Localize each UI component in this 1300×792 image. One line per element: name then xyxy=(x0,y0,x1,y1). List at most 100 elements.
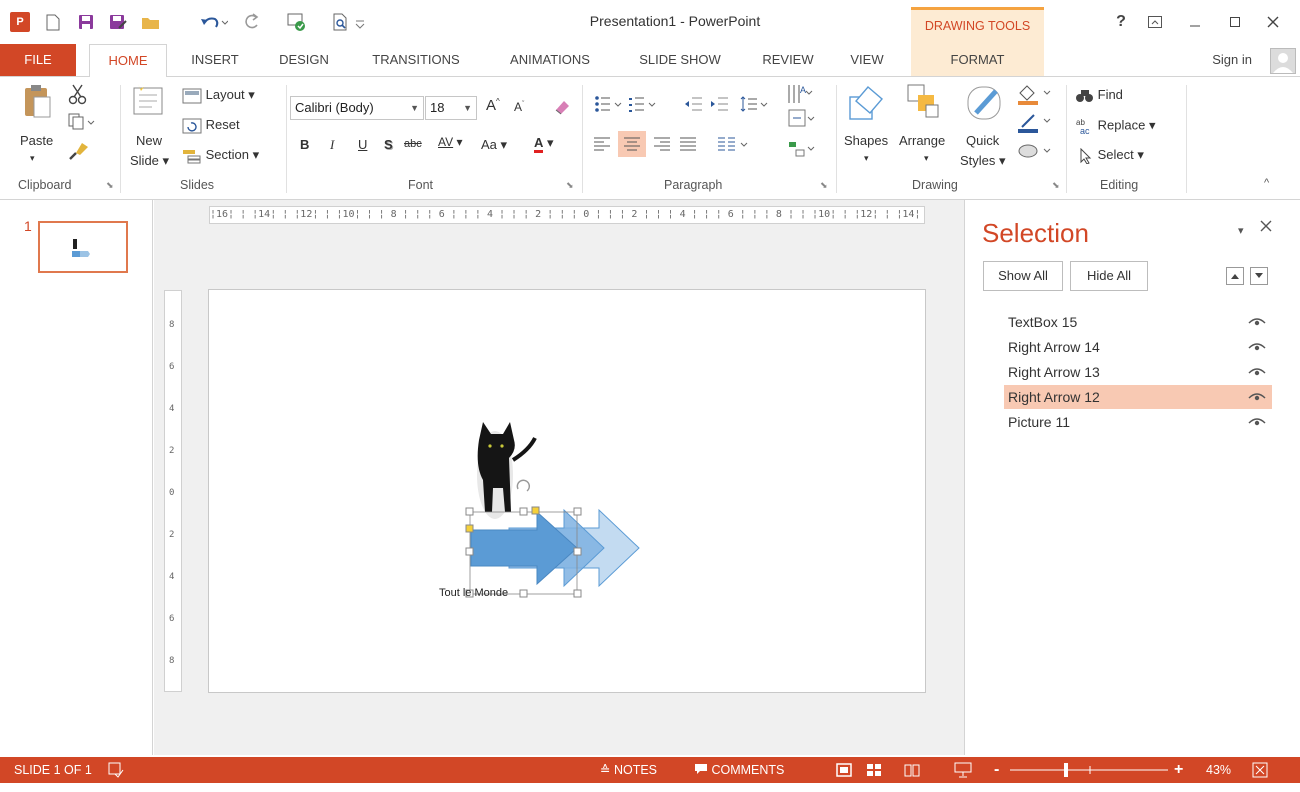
tab-design[interactable]: DESIGN xyxy=(268,44,340,76)
visibility-eye-icon[interactable] xyxy=(1248,335,1266,361)
save-icon[interactable] xyxy=(74,10,98,34)
selection-item[interactable]: Picture 11 xyxy=(1004,410,1272,434)
textbox-15[interactable]: Tout le Monde xyxy=(439,587,508,599)
notes-button[interactable]: ≙ NOTES xyxy=(600,757,657,783)
redo-icon[interactable] xyxy=(238,10,264,34)
visibility-eye-icon[interactable] xyxy=(1248,385,1266,411)
align-center-icon[interactable] xyxy=(618,131,646,157)
bring-forward-icon[interactable] xyxy=(1226,267,1244,285)
new-slide-icon[interactable] xyxy=(130,83,166,120)
shapes-icon[interactable] xyxy=(846,83,888,126)
visibility-eye-icon[interactable] xyxy=(1248,360,1266,386)
zoom-out-button[interactable]: - xyxy=(994,757,999,783)
tab-slide-show[interactable]: SLIDE SHOW xyxy=(624,44,736,76)
decrease-indent-icon[interactable] xyxy=(684,95,704,116)
rotate-handle-icon[interactable] xyxy=(516,479,531,492)
avatar[interactable] xyxy=(1270,48,1296,74)
help-icon[interactable]: ? xyxy=(1106,10,1136,34)
quick-styles-button[interactable]: Styles ▾ xyxy=(960,153,1006,169)
selection-item[interactable]: Right Arrow 14 xyxy=(1004,335,1272,359)
clear-formatting-icon[interactable] xyxy=(552,97,572,120)
convert-smartart-icon[interactable] xyxy=(788,139,816,162)
shape-fill-icon[interactable] xyxy=(1016,83,1056,108)
slide-canvas[interactable]: Tout le Monde xyxy=(208,289,926,693)
normal-view-icon[interactable] xyxy=(836,757,852,783)
paste-button[interactable]: Paste xyxy=(20,133,53,148)
selection-item[interactable]: Right Arrow 12 xyxy=(1004,385,1272,409)
tab-home[interactable]: HOME xyxy=(89,44,167,77)
align-right-icon[interactable] xyxy=(652,135,672,156)
horizontal-ruler[interactable]: ¦16¦ ¦ ¦14¦ ¦ ¦12¦ ¦ ¦10¦ ¦ ¦ 8 ¦ ¦ ¦ 6 … xyxy=(209,206,925,224)
underline-button[interactable]: U xyxy=(358,137,367,152)
columns-icon[interactable] xyxy=(716,135,752,156)
arrange-dropdown-icon[interactable]: ▾ xyxy=(924,153,929,164)
italic-button[interactable]: I xyxy=(330,137,334,153)
clipboard-launcher-icon[interactable]: ⬊ xyxy=(106,180,114,191)
layout-button[interactable]: Layout ▾ xyxy=(182,87,255,104)
select-button[interactable]: Select ▾ xyxy=(1078,147,1144,165)
slide-show-icon[interactable] xyxy=(954,757,972,783)
find-button[interactable]: Find xyxy=(1076,87,1123,104)
cut-icon[interactable] xyxy=(68,83,88,108)
new-slide-button[interactable]: New xyxy=(136,133,162,148)
pane-options-chevron-icon[interactable]: ▾ xyxy=(1238,224,1244,237)
maximize-icon[interactable] xyxy=(1220,10,1250,34)
comments-button[interactable]: COMMENTS xyxy=(694,757,784,783)
format-painter-icon[interactable] xyxy=(68,141,90,164)
align-text-icon[interactable] xyxy=(788,109,816,132)
minimize-icon[interactable] xyxy=(1180,10,1210,34)
text-shadow-button[interactable]: S xyxy=(384,137,393,152)
shape-effects-icon[interactable] xyxy=(1016,141,1056,166)
bold-button[interactable]: B xyxy=(300,137,309,152)
replace-button[interactable]: ab ac Replace ▾ xyxy=(1076,117,1155,136)
hide-all-button[interactable]: Hide All xyxy=(1070,261,1148,291)
save-as-icon[interactable] xyxy=(106,10,130,34)
paste-dropdown-icon[interactable]: ▾ xyxy=(30,153,35,164)
picture-cat[interactable] xyxy=(477,422,537,519)
quick-styles-icon[interactable] xyxy=(966,83,1006,126)
shape-outline-icon[interactable] xyxy=(1016,111,1056,136)
character-spacing-button[interactable]: AV ▾ xyxy=(438,135,462,149)
copy-icon[interactable] xyxy=(68,113,98,134)
font-name-combo[interactable]: Calibri (Body) ▼ xyxy=(290,96,424,120)
send-backward-icon[interactable] xyxy=(1250,267,1268,285)
collapse-ribbon-icon[interactable]: ^ xyxy=(1264,177,1269,189)
tab-file[interactable]: FILE xyxy=(0,44,76,76)
spell-check-icon[interactable] xyxy=(108,757,124,783)
new-document-icon[interactable] xyxy=(42,10,64,34)
close-pane-icon[interactable] xyxy=(1260,220,1272,235)
shapes-dropdown-icon[interactable]: ▾ xyxy=(864,153,869,164)
reset-button[interactable]: Reset xyxy=(182,117,240,134)
change-case-button[interactable]: Aa ▾ xyxy=(481,137,507,153)
visibility-eye-icon[interactable] xyxy=(1248,310,1266,336)
font-size-combo[interactable]: 18 ▼ xyxy=(425,96,477,120)
drawing-launcher-icon[interactable]: ⬊ xyxy=(1052,180,1060,191)
text-direction-icon[interactable]: A xyxy=(786,83,814,108)
print-preview-icon[interactable] xyxy=(330,10,370,34)
paragraph-launcher-icon[interactable]: ⬊ xyxy=(820,180,828,191)
numbering-icon[interactable] xyxy=(628,95,658,116)
bullets-icon[interactable] xyxy=(594,95,624,116)
justify-icon[interactable] xyxy=(678,135,698,156)
shapes-button[interactable]: Shapes xyxy=(844,133,888,148)
strikethrough-button[interactable]: abc xyxy=(404,138,422,150)
shrink-font-button[interactable]: Aˇ xyxy=(514,100,524,114)
tab-review[interactable]: REVIEW xyxy=(752,44,824,76)
open-folder-icon[interactable] xyxy=(138,10,164,34)
sign-in-link[interactable]: Sign in xyxy=(1212,44,1252,76)
vertical-ruler[interactable]: 8 6 4 2 0 2 4 6 8 xyxy=(164,290,182,692)
grow-font-button[interactable]: A^ xyxy=(486,97,500,114)
close-window-icon[interactable] xyxy=(1258,10,1288,34)
ribbon-display-options-icon[interactable] xyxy=(1140,10,1170,34)
increase-indent-icon[interactable] xyxy=(710,95,730,116)
tab-format[interactable]: FORMAT xyxy=(911,44,1044,76)
tab-insert[interactable]: INSERT xyxy=(180,44,250,76)
right-arrow-12[interactable] xyxy=(470,510,578,586)
tab-transitions[interactable]: TRANSITIONS xyxy=(356,44,476,76)
tab-view[interactable]: VIEW xyxy=(838,44,896,76)
paste-icon[interactable] xyxy=(22,83,52,126)
fit-slide-icon[interactable] xyxy=(1252,757,1268,783)
slide-sorter-icon[interactable] xyxy=(866,757,882,783)
font-launcher-icon[interactable]: ⬊ xyxy=(566,180,574,191)
align-left-icon[interactable] xyxy=(592,135,612,156)
